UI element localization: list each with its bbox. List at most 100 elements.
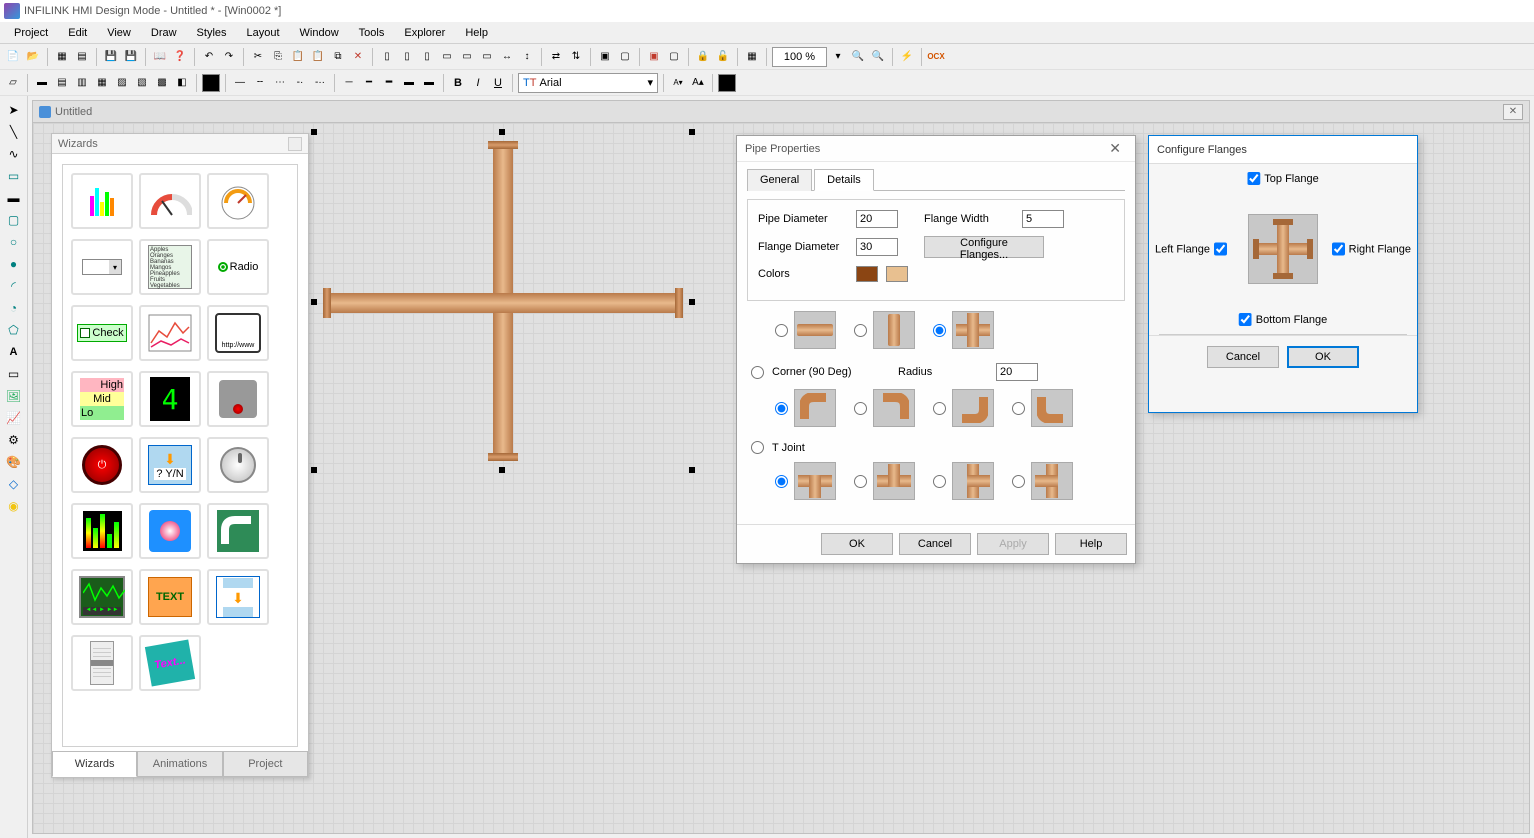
polygon-icon[interactable]: ⬠ bbox=[4, 320, 24, 340]
duplicate-icon[interactable]: ⧉ bbox=[329, 48, 347, 66]
wizard-item-powerbtn[interactable]: ⏻ bbox=[71, 437, 133, 493]
wizard-item-camera[interactable] bbox=[207, 371, 269, 427]
unlock-icon[interactable]: 🔓 bbox=[714, 48, 732, 66]
pie-icon[interactable]: ◔ bbox=[4, 298, 24, 318]
wizard-item-sevenseg[interactable]: 4 bbox=[139, 371, 201, 427]
right-flange-checkbox[interactable] bbox=[1332, 243, 1345, 256]
menu-window[interactable]: Window bbox=[290, 24, 349, 42]
flanges-ok-button[interactable]: OK bbox=[1287, 346, 1359, 368]
wizard-item-bargraph[interactable] bbox=[71, 173, 133, 229]
align-bot-icon[interactable]: ▭ bbox=[478, 48, 496, 66]
arc-icon[interactable]: ◜ bbox=[4, 276, 24, 296]
flange-diameter-input[interactable] bbox=[856, 238, 898, 256]
tjoint-4-radio[interactable] bbox=[1012, 475, 1025, 488]
mdi-title-bar[interactable]: Untitled ✕ bbox=[33, 101, 1529, 123]
wizard-item-oscope[interactable]: ◄◄ ► ►► bbox=[71, 569, 133, 625]
weight-2-icon[interactable]: ━ bbox=[360, 74, 378, 92]
wizard-item-trend[interactable] bbox=[139, 305, 201, 361]
selection-handle[interactable] bbox=[311, 129, 317, 135]
text-icon[interactable]: A bbox=[4, 342, 24, 362]
ok-button[interactable]: OK bbox=[821, 533, 893, 555]
radius-input[interactable] bbox=[996, 363, 1038, 381]
redo-icon[interactable]: ↷ bbox=[220, 48, 238, 66]
wizard-item-pipe[interactable] bbox=[207, 503, 269, 559]
selection-handle[interactable] bbox=[311, 299, 317, 305]
line-icon[interactable]: ╲ bbox=[4, 122, 24, 142]
wizard-item-radio[interactable]: Radio bbox=[207, 239, 269, 295]
help-icon[interactable]: ❓ bbox=[171, 48, 189, 66]
pipe-properties-close-button[interactable]: ✕ bbox=[1103, 140, 1127, 157]
left-flange-checkbox[interactable] bbox=[1214, 243, 1227, 256]
wizard-item-slider[interactable] bbox=[71, 635, 133, 691]
pointer-icon[interactable]: ➤ bbox=[4, 100, 24, 120]
menu-help[interactable]: Help bbox=[455, 24, 498, 42]
fill-solid-icon[interactable]: ▬ bbox=[33, 74, 51, 92]
wizards-tab-animations[interactable]: Animations bbox=[137, 751, 222, 777]
corner-1-radio[interactable] bbox=[775, 402, 788, 415]
weight-1-icon[interactable]: ─ bbox=[340, 74, 358, 92]
misc2-icon[interactable]: 🎨 bbox=[4, 452, 24, 472]
saveall-icon[interactable]: 💾 bbox=[122, 48, 140, 66]
wizards-tab-wizards[interactable]: Wizards bbox=[52, 751, 137, 777]
misc1-icon[interactable]: ⚙ bbox=[4, 430, 24, 450]
font-bigger-icon[interactable]: A▴ bbox=[689, 74, 707, 92]
selection-handle[interactable] bbox=[311, 467, 317, 473]
selection-handle[interactable] bbox=[689, 467, 695, 473]
zoom-out-icon[interactable]: 🔍 bbox=[869, 48, 887, 66]
selection-handle[interactable] bbox=[689, 299, 695, 305]
wizard-item-combo[interactable]: ▾ bbox=[71, 239, 133, 295]
menu-explorer[interactable]: Explorer bbox=[394, 24, 455, 42]
polyline-icon[interactable]: ∿ bbox=[4, 144, 24, 164]
help-button[interactable]: Help bbox=[1055, 533, 1127, 555]
misc3-icon[interactable]: ◇ bbox=[4, 474, 24, 494]
pipe-diameter-input[interactable] bbox=[856, 210, 898, 228]
tjoint-2-radio[interactable] bbox=[854, 475, 867, 488]
shape-h-radio[interactable] bbox=[775, 324, 788, 337]
fill-v-icon[interactable]: ▥ bbox=[73, 74, 91, 92]
image-icon[interactable]: 🖼 bbox=[4, 386, 24, 406]
shape-v-radio[interactable] bbox=[854, 324, 867, 337]
corner-4-radio[interactable] bbox=[1012, 402, 1025, 415]
ocx-icon[interactable]: OCX bbox=[927, 48, 945, 66]
weight-3-icon[interactable]: ━ bbox=[380, 74, 398, 92]
line-solid-icon[interactable]: — bbox=[231, 74, 249, 92]
dist-h-icon[interactable]: ⇄ bbox=[547, 48, 565, 66]
color2-swatch[interactable] bbox=[886, 266, 908, 282]
same-w-icon[interactable]: ↔ bbox=[498, 48, 516, 66]
menu-project[interactable]: Project bbox=[4, 24, 58, 42]
roundrect-icon[interactable]: ▢ bbox=[4, 210, 24, 230]
tab-details[interactable]: Details bbox=[814, 169, 874, 191]
cut-icon[interactable]: ✂ bbox=[249, 48, 267, 66]
fill-cross-icon[interactable]: ▩ bbox=[153, 74, 171, 92]
zoom-dropdown-icon[interactable]: ▾ bbox=[829, 48, 847, 66]
bottom-flange-checkbox[interactable] bbox=[1239, 313, 1252, 326]
fill-grad-icon[interactable]: ◧ bbox=[173, 74, 191, 92]
line-dot-icon[interactable]: ⋯ bbox=[271, 74, 289, 92]
lock-icon[interactable]: 🔒 bbox=[694, 48, 712, 66]
ellipse-outline-icon[interactable]: ○ bbox=[4, 232, 24, 252]
wizard-item-knob[interactable] bbox=[207, 437, 269, 493]
cancel-button[interactable]: Cancel bbox=[899, 533, 971, 555]
dist-v-icon[interactable]: ⇅ bbox=[567, 48, 585, 66]
flange-width-input[interactable] bbox=[1022, 210, 1064, 228]
grid-icon[interactable]: ▦ bbox=[743, 48, 761, 66]
same-h-icon[interactable]: ↕ bbox=[518, 48, 536, 66]
front-icon[interactable]: ▣ bbox=[645, 48, 663, 66]
run-icon[interactable]: ⚡ bbox=[898, 48, 916, 66]
selection-handle[interactable] bbox=[689, 129, 695, 135]
fill-h-icon[interactable]: ▤ bbox=[53, 74, 71, 92]
menu-edit[interactable]: Edit bbox=[58, 24, 97, 42]
italic-icon[interactable]: I bbox=[469, 74, 487, 92]
wizard-item-textfx[interactable]: Text... bbox=[139, 635, 201, 691]
zoom-in-icon[interactable]: 🔍 bbox=[849, 48, 867, 66]
align-mid-icon[interactable]: ▭ bbox=[458, 48, 476, 66]
pipe-cross-object[interactable] bbox=[323, 141, 683, 461]
selection-handle[interactable] bbox=[499, 129, 505, 135]
line-dd2-icon[interactable]: -·· bbox=[311, 74, 329, 92]
corner-category-radio[interactable] bbox=[751, 366, 764, 379]
wizard-item-listbox[interactable]: ApplesOrangesBananasMangosPineapplesFrui… bbox=[139, 239, 201, 295]
wizard-item-download[interactable]: ⬇ bbox=[207, 569, 269, 625]
mdi-close-button[interactable]: ✕ bbox=[1503, 104, 1523, 120]
rect-fill-icon[interactable]: ▬ bbox=[4, 188, 24, 208]
configure-flanges-button[interactable]: Configure Flanges... bbox=[924, 236, 1044, 258]
